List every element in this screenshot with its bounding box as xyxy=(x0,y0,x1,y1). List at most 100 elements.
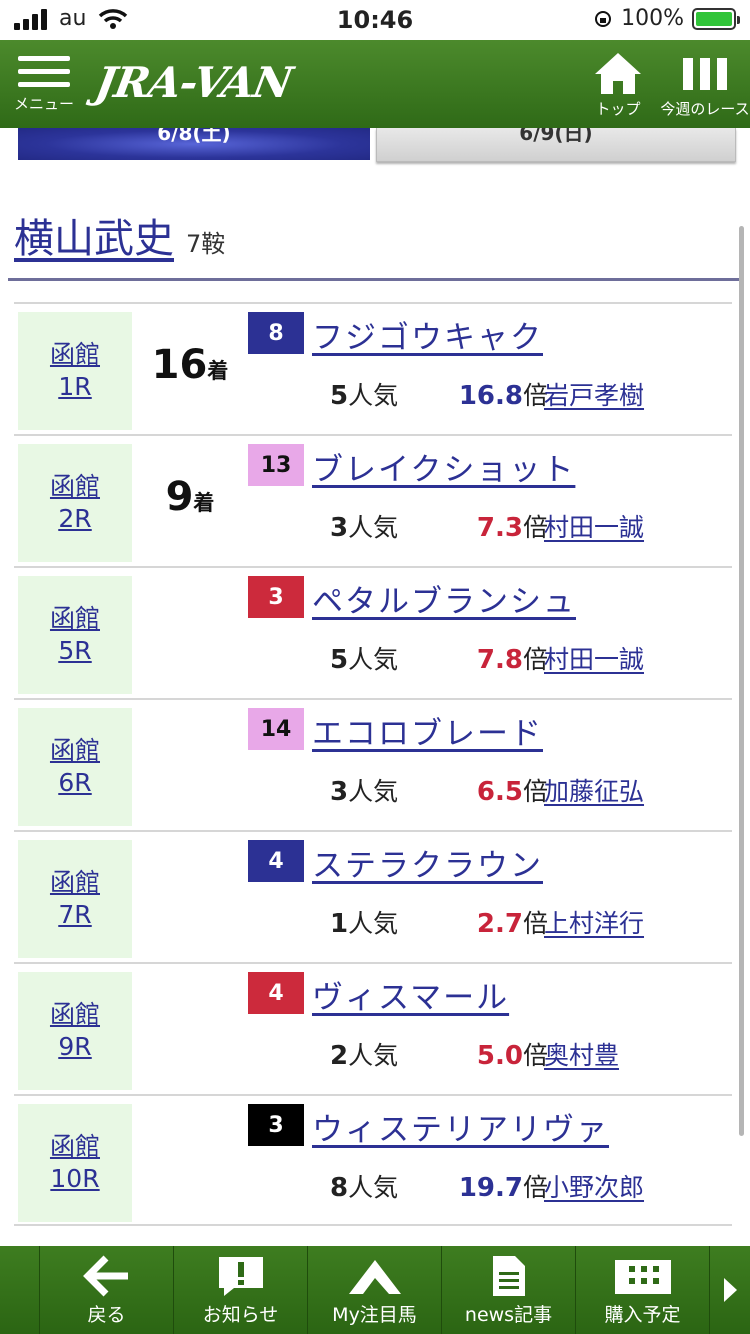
ticket-icon xyxy=(614,1260,671,1294)
popularity: 8人気 xyxy=(330,1168,398,1204)
popularity-rank: 5 xyxy=(330,381,349,411)
battery-percent: 100% xyxy=(621,6,684,31)
popularity-suffix: 人気 xyxy=(348,777,399,806)
purchase-plan-button[interactable]: 購入予定 xyxy=(576,1246,710,1334)
finish-position: 16着 xyxy=(134,342,246,388)
popularity: 5人気 xyxy=(330,640,398,676)
horse-number-badge: 13 xyxy=(248,444,304,486)
race-number: 1R xyxy=(58,372,92,401)
tab-date-sun[interactable]: 6/9(日) xyxy=(376,128,736,162)
arrow-left-icon xyxy=(82,1255,128,1297)
news-button[interactable]: news記事 xyxy=(442,1246,576,1334)
purchase-plan-label: 購入予定 xyxy=(604,1304,681,1326)
popularity-rank: 1 xyxy=(330,909,349,939)
horse-number-badge: 14 xyxy=(248,708,304,750)
notice-icon xyxy=(218,1257,263,1296)
race-row: 函館 7R 4 ステラクラウン 1人気 2.7倍 上村洋行 xyxy=(14,830,732,962)
date-tabs: 6/8(土) 6/9(日) xyxy=(0,128,750,168)
popularity-rank: 3 xyxy=(330,777,349,807)
bottom-toolbar: 戻る お知らせ My注目馬 news記事 購入予定 xyxy=(0,1246,750,1334)
notice-button[interactable]: お知らせ xyxy=(174,1246,308,1334)
odds: 6.5倍 xyxy=(434,772,548,808)
odds-value: 7.3 xyxy=(476,513,523,543)
menu-label: メニュー xyxy=(14,95,75,113)
race-row: 函館 2R 9着 13 ブレイクショット 3人気 7.3倍 村田一誠 xyxy=(14,434,732,566)
horse-name-link[interactable]: ステラクラウン xyxy=(312,840,543,885)
trainer-link[interactable]: 小野次郎 xyxy=(544,1168,644,1204)
popularity: 2人気 xyxy=(330,1036,398,1072)
jockey-title: 横山武史 7鞍 xyxy=(14,206,225,264)
race-link[interactable]: 函館 2R xyxy=(18,444,132,562)
trainer-link[interactable]: 加藤征弘 xyxy=(544,772,644,808)
race-link[interactable]: 函館 9R xyxy=(18,972,132,1090)
race-row: 函館 9R 4 ヴィスマール 2人気 5.0倍 奥村豊 xyxy=(14,962,732,1094)
race-row: 函館 1R 16着 8 フジゴウキャク 5人気 16.8倍 岩戸孝樹 xyxy=(14,302,732,434)
race-number: 2R xyxy=(58,504,92,533)
finish-suffix: 着 xyxy=(207,359,229,383)
odds: 7.3倍 xyxy=(434,508,548,544)
odds: 5.0倍 xyxy=(434,1036,548,1072)
more-button[interactable] xyxy=(710,1246,750,1334)
venue-name: 函館 xyxy=(49,340,100,369)
ride-count: 7鞍 xyxy=(186,230,226,258)
my-watch-horse-button[interactable]: My注目馬 xyxy=(308,1246,442,1334)
trainer-link[interactable]: 村田一誠 xyxy=(544,508,644,544)
race-link[interactable]: 函館 7R xyxy=(18,840,132,958)
odds-value: 6.5 xyxy=(476,777,523,807)
trainer-link[interactable]: 岩戸孝樹 xyxy=(544,376,644,412)
race-row: 函館 10R 3 ウィステリアリヴァ 8人気 19.7倍 小野次郎 xyxy=(14,1094,732,1226)
horse-number-badge: 4 xyxy=(248,972,304,1014)
divider xyxy=(8,278,742,281)
status-bar: au 10:46 100% xyxy=(0,0,750,40)
trainer-link[interactable]: 上村洋行 xyxy=(544,904,644,940)
popularity-suffix: 人気 xyxy=(348,1041,399,1070)
back-button[interactable]: 戻る xyxy=(40,1246,174,1334)
horse-name-link[interactable]: フジゴウキャク xyxy=(312,312,543,357)
news-label: news記事 xyxy=(464,1304,553,1326)
finish-suffix: 着 xyxy=(193,491,215,515)
hamburger-icon xyxy=(14,56,74,87)
trainer-link[interactable]: 村田一誠 xyxy=(544,640,644,676)
odds-value: 7.8 xyxy=(476,645,523,675)
horse-icon xyxy=(348,1260,401,1294)
race-link[interactable]: 函館 10R xyxy=(18,1104,132,1222)
document-icon xyxy=(492,1256,525,1296)
logo: JRA-VAN xyxy=(91,58,296,107)
horse-name-link[interactable]: ヴィスマール xyxy=(312,972,509,1017)
trainer-link[interactable]: 奥村豊 xyxy=(544,1036,619,1072)
odds: 2.7倍 xyxy=(434,904,548,940)
back-label: 戻る xyxy=(87,1304,126,1326)
horse-name-link[interactable]: エコロブレード xyxy=(312,708,543,753)
venue-name: 函館 xyxy=(49,868,100,897)
popularity: 3人気 xyxy=(330,508,398,544)
race-link[interactable]: 函館 1R xyxy=(18,312,132,430)
menu-button[interactable]: メニュー xyxy=(14,56,74,114)
tab-date-sat[interactable]: 6/8(土) xyxy=(18,128,370,160)
odds: 7.8倍 xyxy=(434,640,548,676)
race-link[interactable]: 函館 5R xyxy=(18,576,132,694)
race-row: 函館 5R 3 ペタルブランシュ 5人気 7.8倍 村田一誠 xyxy=(14,566,732,698)
horse-name-link[interactable]: ウィステリアリヴァ xyxy=(312,1104,609,1149)
horse-number-badge: 4 xyxy=(248,840,304,882)
finish-number: 16 xyxy=(151,342,208,388)
odds-value: 5.0 xyxy=(476,1041,523,1071)
popularity-rank: 5 xyxy=(330,645,349,675)
horse-name-link[interactable]: ブレイクショット xyxy=(312,444,575,489)
top-button[interactable]: トップ xyxy=(588,50,648,119)
popularity-suffix: 人気 xyxy=(348,1173,399,1202)
race-link[interactable]: 函館 6R xyxy=(18,708,132,826)
popularity-suffix: 人気 xyxy=(348,909,399,938)
popularity-rank: 3 xyxy=(330,513,349,543)
scrollbar[interactable] xyxy=(739,226,744,1136)
horse-name-link[interactable]: ペタルブランシュ xyxy=(312,576,576,621)
battery-icon xyxy=(692,7,740,30)
jockey-name-link[interactable]: 横山武史 xyxy=(14,206,174,264)
this-week-races-button[interactable]: 今週のレース xyxy=(660,50,750,119)
app-header: メニュー JRA-VAN トップ 今週のレース xyxy=(0,40,750,128)
horse-number-badge: 8 xyxy=(248,312,304,354)
this-week-label: 今週のレース xyxy=(660,100,750,118)
venue-name: 函館 xyxy=(49,1132,100,1161)
popularity: 5人気 xyxy=(330,376,398,412)
popularity-suffix: 人気 xyxy=(348,513,399,542)
odds: 16.8倍 xyxy=(434,376,548,412)
